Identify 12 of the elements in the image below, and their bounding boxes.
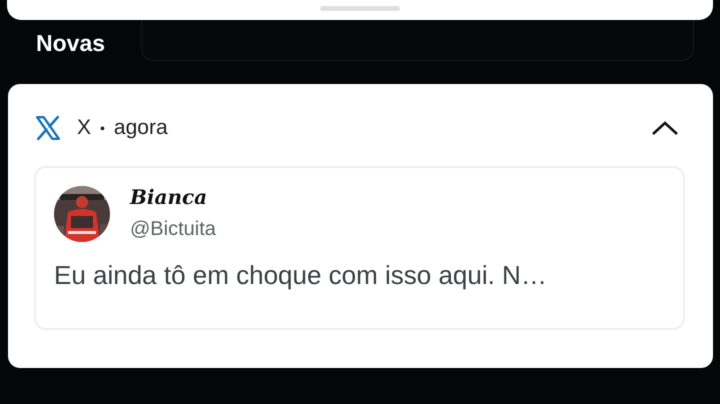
x-logo-icon (34, 115, 62, 141)
post-text: Eu ainda tô em choque com isso aqui. N… (54, 260, 548, 291)
post-card[interactable]: Bianca @Bictuita Eu ainda tô em choque com isso aqui. N… (34, 166, 685, 330)
collapse-icon[interactable] (651, 120, 679, 136)
drag-handle[interactable] (320, 6, 400, 11)
app-name: X (77, 116, 92, 140)
separator-dot: • (100, 120, 105, 136)
author-name: Bianca (130, 186, 208, 208)
section-title: Novas (36, 30, 106, 57)
notification-card[interactable]: X • agora Bianca @Bictuita Eu ainda tô em choque com isso aqui. N… (8, 84, 713, 368)
timestamp: agora (114, 116, 168, 140)
author-handle: @Bictuita (130, 218, 216, 241)
